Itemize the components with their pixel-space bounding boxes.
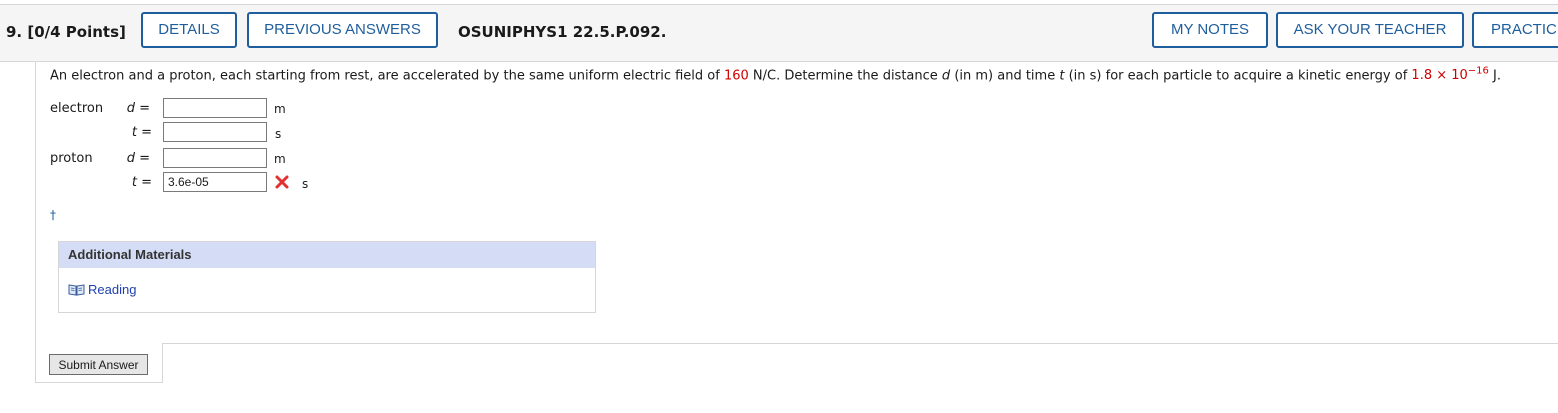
- proton-t-input[interactable]: [163, 172, 267, 192]
- proton-label: proton: [50, 151, 93, 166]
- divider: [163, 343, 1558, 344]
- additional-materials-panel: Additional Materials Reading: [58, 241, 596, 313]
- energy-value: 1.8 × 10−16: [1411, 66, 1489, 84]
- ask-teacher-button[interactable]: ASK YOUR TEACHER: [1276, 12, 1464, 48]
- additional-materials-title: Additional Materials: [59, 242, 595, 268]
- field-value: 160: [723, 68, 749, 84]
- proton-d-input[interactable]: [163, 148, 267, 168]
- proton-t-unit: s: [302, 177, 309, 191]
- my-notes-button[interactable]: MY NOTES: [1152, 12, 1268, 48]
- question-number: 9. [0/4 Points]: [6, 23, 126, 41]
- question-code: OSUNIPHYS1 22.5.P.092.: [458, 23, 667, 41]
- reading-label: Reading: [88, 282, 137, 297]
- submit-answer-button[interactable]: Submit Answer: [49, 354, 148, 375]
- reading-link[interactable]: Reading: [68, 282, 136, 297]
- incorrect-x-icon: [275, 175, 289, 189]
- details-button[interactable]: DETAILS: [141, 12, 237, 48]
- question-header: 9. [0/4 Points] DETAILS PREVIOUS ANSWERS…: [0, 4, 1558, 62]
- electron-label: electron: [50, 101, 104, 116]
- book-icon: [68, 284, 85, 296]
- proton-t-label: t =: [131, 175, 152, 190]
- electron-t-input[interactable]: [163, 122, 267, 142]
- electron-d-unit: m: [274, 102, 286, 116]
- proton-d-label: d =: [126, 151, 150, 166]
- electron-t-label: t =: [131, 125, 152, 140]
- electron-t-unit: s: [275, 127, 282, 141]
- electron-d-label: d =: [126, 101, 150, 116]
- proton-d-unit: m: [274, 152, 286, 166]
- question-prompt: An electron and a proton, each starting …: [50, 66, 1502, 84]
- electron-d-input[interactable]: [163, 98, 267, 118]
- footnote-dagger[interactable]: †: [50, 208, 56, 222]
- practice-another-button[interactable]: PRACTICE ANOTHER: [1472, 12, 1558, 48]
- previous-answers-button[interactable]: PREVIOUS ANSWERS: [247, 12, 438, 48]
